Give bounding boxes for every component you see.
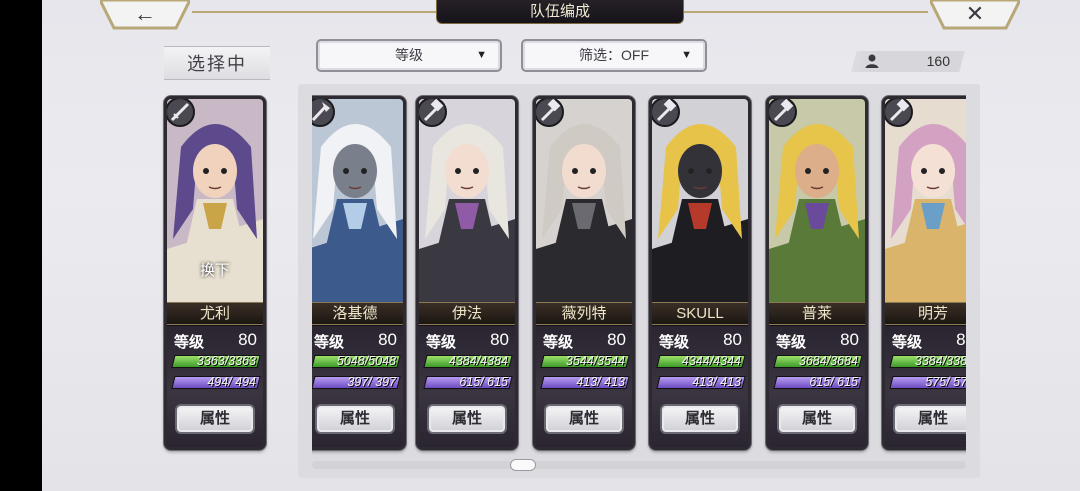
header-line-right (684, 11, 928, 13)
character-portrait (885, 99, 966, 303)
character-card[interactable]: 普莱等级 80 3684/3684 615/ 615 属性 (766, 96, 868, 450)
hp-value: 3544/3544 (565, 354, 625, 368)
character-portrait (312, 99, 403, 303)
character-list[interactable]: 洛基德等级 80 5048/5048 397/ 397 属性 伊法等级 80 4384/438… (312, 90, 966, 460)
filter-dropdown-label: 筛选：OFF (579, 47, 649, 63)
filter-dropdown[interactable]: 筛选：OFF ▼ (521, 39, 707, 72)
hp-value: 3363/3363 (196, 354, 256, 368)
hp-value: 4344/4344 (681, 354, 741, 368)
mp-value: 413/ 413 (576, 375, 625, 389)
character-name: 普莱 (769, 302, 865, 325)
mp-value: 413/ 413 (692, 375, 741, 389)
level-value: 80 (723, 330, 742, 349)
character-stats: 等级 80 4344/4344 413/ 413 属性 (652, 326, 748, 447)
portrait-image (312, 99, 403, 303)
attributes-button[interactable]: 属性 (315, 404, 395, 434)
chevron-down-icon: ▼ (476, 49, 487, 61)
character-name: 明芳 (885, 302, 966, 325)
sort-dropdown[interactable]: 等级 ▼ (316, 39, 502, 72)
level-label: 等级 (776, 334, 807, 351)
level-value: 80 (840, 330, 859, 349)
level-value: 80 (607, 330, 626, 349)
character-stats: 等级 80 3544/3544 413/ 413 属性 (536, 326, 632, 447)
team-formation-screen: 队伍编成 ← ✕ 选择中 等级 ▼ 筛选：OFF ▼ 160 洛基德 等级 80 50… (42, 0, 1080, 491)
scrollbar-thumb[interactable] (510, 459, 536, 471)
level-value: 80 (956, 330, 966, 349)
hp-value: 3684/3684 (798, 354, 858, 368)
character-stats: 等级 80 3363/3363 494/ 494 属性 (167, 326, 263, 447)
level-label: 等级 (314, 334, 345, 351)
level-label: 等级 (659, 334, 690, 351)
character-name: 洛基德 (312, 302, 403, 325)
character-card[interactable]: 明芳等级 80 3384/3384 575/ 575 属性 (882, 96, 966, 450)
character-stats: 等级 80 3684/3684 615/ 615 属性 (769, 326, 865, 447)
roster-count: 160 (926, 53, 950, 69)
character-card[interactable]: SKULL 等级 80 4344/4344 413/ 413 属性 (649, 96, 751, 450)
attributes-button[interactable]: 属性 (544, 404, 624, 434)
mp-value: 397/ 397 (347, 375, 396, 389)
hammer-icon (536, 99, 565, 128)
mp-value: 494/ 494 (207, 375, 256, 389)
level-value: 80 (238, 330, 257, 349)
character-name: SKULL (652, 302, 748, 325)
character-card[interactable]: 洛基德等级 80 5048/5048 397/ 397 属性 (312, 96, 406, 450)
hammer-icon (885, 99, 914, 128)
character-name: 尤利 (167, 302, 263, 325)
mp-value: 575/ 575 (925, 375, 966, 389)
character-portrait (536, 99, 632, 303)
level-value: 80 (378, 330, 397, 349)
katana-icon (167, 99, 196, 128)
level-label: 等级 (426, 334, 457, 351)
portrait-image (885, 99, 966, 303)
portrait-image (536, 99, 632, 303)
level-value: 80 (490, 330, 509, 349)
hammer-icon (419, 99, 448, 128)
hp-value: 5048/5048 (336, 354, 396, 368)
hp-value: 3384/3384 (914, 354, 966, 368)
character-stats: 等级 80 4384/4384 615/ 615 属性 (419, 326, 515, 447)
sort-dropdown-label: 等级 (395, 47, 423, 63)
chevron-down-icon: ▼ (681, 49, 692, 61)
mp-value: 615/ 615 (459, 375, 508, 389)
mp-value: 615/ 615 (809, 375, 858, 389)
character-portrait (419, 99, 515, 303)
character-name: 伊法 (419, 302, 515, 325)
hammer-icon (652, 99, 681, 128)
attributes-button[interactable]: 属性 (427, 404, 507, 434)
back-button[interactable]: ← (100, 0, 190, 30)
character-name: 薇列特 (536, 302, 632, 325)
character-stats: 等级 80 3384/3384 575/ 575 属性 (885, 326, 966, 447)
level-label: 等级 (892, 334, 923, 351)
character-card[interactable]: 伊法等级 80 4384/4384 615/ 615 属性 (416, 96, 518, 450)
attributes-button[interactable]: 属性 (893, 404, 966, 434)
character-card[interactable]: 薇列特等级 80 3544/3544 413/ 413 属性 (533, 96, 635, 450)
character-portrait (769, 99, 865, 303)
hammer-icon (769, 99, 798, 128)
hp-value: 4384/4384 (448, 354, 508, 368)
character-portrait (652, 99, 748, 303)
close-icon: ✕ (965, 1, 985, 26)
page-title: 队伍编成 (436, 0, 684, 24)
back-arrow-icon: ← (134, 1, 156, 26)
axe-icon (312, 99, 336, 128)
selecting-label: 选择中 (164, 46, 270, 80)
character-stats: 等级 80 5048/5048 397/ 397 属性 (312, 326, 403, 447)
attributes-button[interactable]: 属性 (777, 404, 857, 434)
attributes-button[interactable]: 属性 (175, 404, 255, 434)
person-icon (865, 54, 879, 68)
level-label: 等级 (543, 334, 574, 351)
selected-character-card[interactable]: 换下尤利等级 80 3363/3363 494/ 494 属性 (164, 96, 266, 450)
portrait-image (652, 99, 748, 303)
portrait-image (769, 99, 865, 303)
attributes-button[interactable]: 属性 (660, 404, 740, 434)
horizontal-scrollbar[interactable] (312, 461, 966, 469)
header-line-left (192, 11, 436, 13)
level-label: 等级 (174, 334, 205, 351)
portrait-image (419, 99, 515, 303)
swap-out-label: 换下 (199, 262, 230, 279)
close-button[interactable]: ✕ (930, 0, 1020, 30)
